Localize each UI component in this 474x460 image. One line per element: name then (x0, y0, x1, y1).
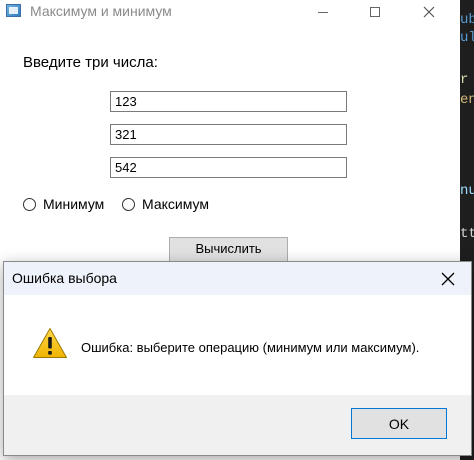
code-fragment: ub (460, 12, 474, 28)
error-dialog: Ошибка выбора Ошибка: выберите операцию … (3, 261, 472, 456)
dialog-footer: OK (4, 395, 471, 455)
ok-button[interactable]: OK (351, 408, 447, 439)
code-fragment: ul (460, 30, 474, 46)
maximize-icon (370, 7, 380, 17)
number-input-3[interactable] (110, 157, 347, 178)
minimize-icon (318, 11, 328, 13)
radio-minimum[interactable]: Минимум (23, 196, 104, 212)
dialog-title: Ошибка выбора (12, 270, 117, 286)
radio-circle[interactable] (122, 197, 135, 211)
radio-minimum-label: Минимум (43, 196, 105, 212)
close-icon (423, 6, 435, 18)
app-icon (6, 4, 21, 17)
radio-circle[interactable] (23, 197, 36, 211)
code-fragment: en (460, 92, 474, 108)
warning-icon (33, 328, 67, 358)
dialog-titlebar[interactable]: Ошибка выбора (4, 262, 471, 295)
dialog-close-button[interactable] (425, 262, 471, 295)
radio-maximum[interactable]: Максимум (122, 196, 209, 212)
number-input-1[interactable] (110, 91, 347, 112)
minimize-button[interactable] (300, 0, 346, 24)
code-fragment: nu (460, 183, 474, 199)
window-title: Максимум и минимум (30, 3, 172, 19)
close-icon (441, 272, 455, 285)
code-fragment: r (460, 72, 469, 88)
dialog-message: Ошибка: выберите операцию (минимум или м… (81, 340, 420, 355)
radio-maximum-label: Максимум (142, 196, 209, 212)
dialog-body: Ошибка: выберите операцию (минимум или м… (4, 295, 471, 395)
compute-button[interactable]: Вычислить (169, 237, 288, 263)
window-titlebar[interactable]: Максимум и минимум (0, 0, 460, 24)
prompt-label: Введите три числа: (23, 54, 158, 71)
code-fragment: tt (460, 226, 474, 242)
maximize-button[interactable] (352, 0, 398, 24)
number-input-2[interactable] (110, 124, 347, 145)
close-button[interactable] (406, 0, 452, 24)
